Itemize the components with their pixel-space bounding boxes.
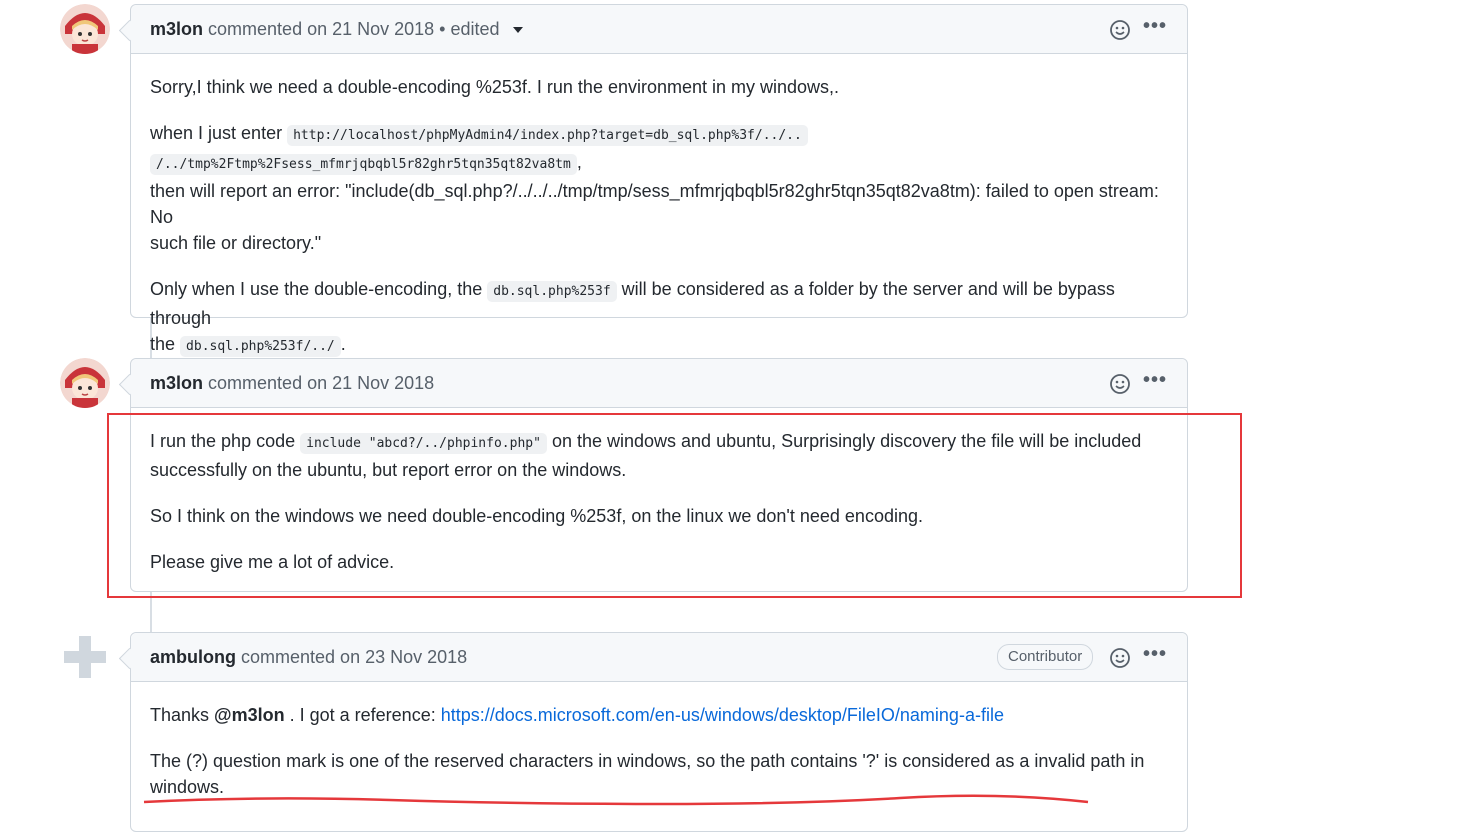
author-link[interactable]: ambulong	[150, 647, 236, 667]
avatar[interactable]	[60, 4, 110, 54]
contributor-badge: Contributor	[997, 644, 1094, 670]
user-mention[interactable]: @m3lon	[214, 705, 285, 725]
text: The (?) question mark is one of the rese…	[150, 751, 1145, 771]
text: .	[340, 334, 346, 354]
inline-code: db.sql.php%253f	[487, 281, 617, 302]
red-underline	[143, 794, 1089, 806]
smiley-icon[interactable]	[1109, 19, 1131, 41]
highlight-box	[107, 413, 1242, 598]
comment-meta: commented on 21 Nov 2018	[208, 373, 435, 393]
plus-icon	[64, 636, 106, 678]
inline-code: db.sql.php%253f/../	[180, 336, 341, 357]
text: ,	[576, 152, 582, 172]
paragraph: Sorry,I think we need a double-encoding …	[150, 77, 840, 97]
text: . I got a reference:	[289, 705, 436, 725]
text: Only when I use the double-encoding, the	[150, 279, 483, 299]
inline-code: /../tmp%2Ftmp%2Fsess_mfmrjqbqbl5r82ghr5t…	[150, 154, 577, 175]
comment-body: Sorry,I think we need a double-encoding …	[131, 74, 1187, 360]
text: when I just enter	[150, 123, 283, 143]
paragraph: when I just enter http://localhost/phpMy…	[150, 120, 1168, 256]
inline-code: http://localhost/phpMyAdmin4/index.php?t…	[287, 125, 808, 146]
avatar[interactable]	[60, 358, 110, 408]
comment-body: Thanks @m3lon . I got a reference: https…	[131, 702, 1187, 800]
reference-link[interactable]: https://docs.microsoft.com/en-us/windows…	[441, 705, 1004, 725]
paragraph: Only when I use the double-encoding, the…	[150, 276, 1168, 360]
kebab-horizontal-icon[interactable]: •••	[1143, 16, 1167, 41]
paragraph: Thanks @m3lon . I got a reference: https…	[150, 702, 1168, 728]
smiley-icon[interactable]	[1109, 647, 1131, 669]
kebab-horizontal-icon[interactable]: •••	[1143, 644, 1167, 669]
text: then will report an error: "include(db_s…	[150, 181, 1159, 227]
caret-down-icon[interactable]	[512, 27, 523, 34]
text: the	[150, 334, 176, 354]
comment-meta: commented on 23 Nov 2018	[241, 647, 468, 667]
comment-header: ambulong commented on 23 Nov 2018 Contri…	[131, 633, 1187, 682]
comment-header: m3lon commented on 21 Nov 2018 •••	[131, 359, 1187, 408]
text: Thanks	[150, 705, 210, 725]
author-link[interactable]: m3lon	[150, 373, 203, 393]
kebab-horizontal-icon[interactable]: •••	[1143, 370, 1167, 395]
author-link[interactable]: m3lon	[150, 19, 203, 39]
timeline-line	[150, 592, 152, 632]
smiley-icon[interactable]	[1109, 373, 1131, 395]
comment-header: m3lon commented on 21 Nov 2018 • edited …	[131, 5, 1187, 54]
text: such file or directory."	[150, 233, 322, 253]
comment: m3lon commented on 21 Nov 2018 • edited …	[130, 4, 1188, 357]
comment-meta: commented on 21 Nov 2018 • edited	[208, 19, 500, 39]
